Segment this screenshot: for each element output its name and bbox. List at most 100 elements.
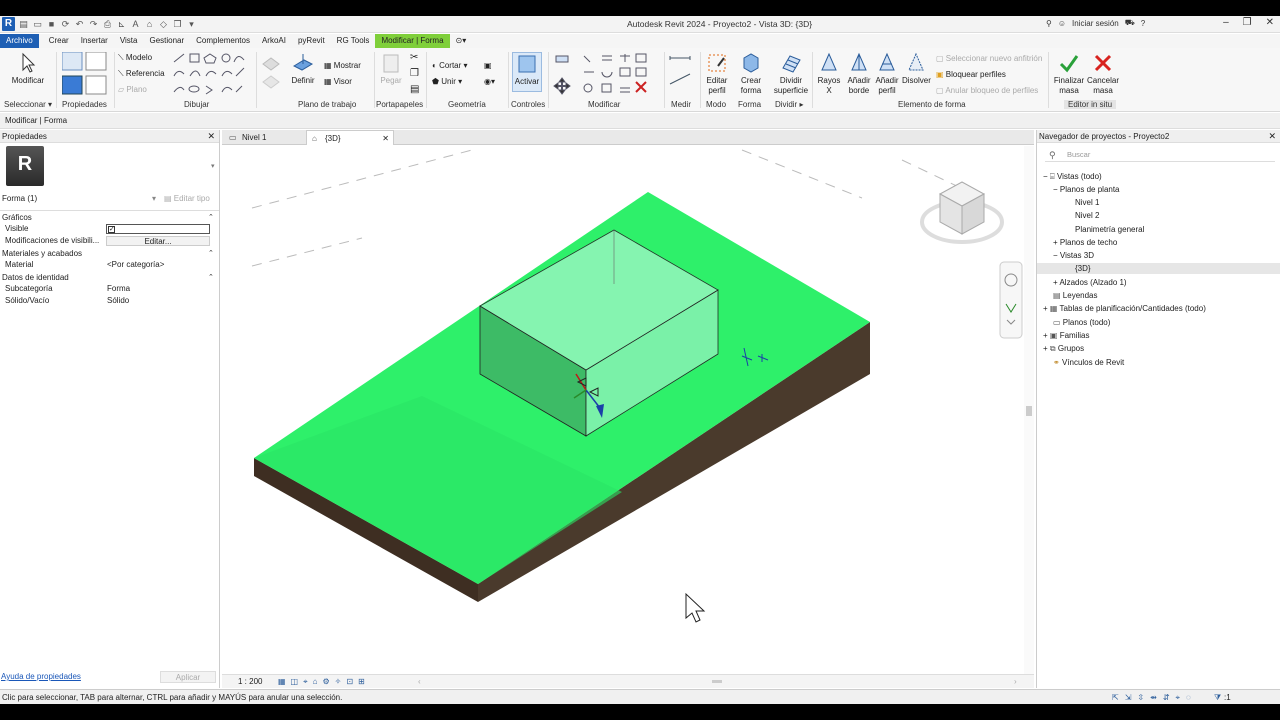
browser-search-input[interactable]: Buscar	[1045, 148, 1275, 162]
dividir-superficie-button[interactable]: Dividir superficie	[772, 52, 810, 96]
revit-app-icon[interactable]: R	[2, 17, 15, 31]
group-dividir[interactable]: Dividir ▸	[775, 100, 803, 109]
view-scale[interactable]: 1 : 200	[238, 675, 262, 689]
solido-vacio-value[interactable]: Sólido	[107, 295, 129, 307]
tree-alzados[interactable]: + Alzados (Alzado 1)	[1053, 277, 1127, 288]
tree-grupos[interactable]: + ⧉ Grupos	[1043, 343, 1084, 354]
material-value[interactable]: <Por categoría>	[107, 259, 164, 271]
print-icon[interactable]: ⎙	[102, 18, 113, 30]
geometry-tool-b[interactable]: ◉▾	[484, 77, 495, 86]
tab-crear[interactable]: Crear	[43, 34, 75, 48]
scroll-left-icon[interactable]: ‹	[418, 675, 421, 689]
close-browser-icon[interactable]: ✕	[1268, 130, 1276, 143]
view-control-icons[interactable]: ▦◫⌖⌂⚙✧⊡⊞	[278, 675, 370, 689]
collapse-materiales-icon[interactable]: ⌃	[208, 249, 214, 257]
section-icon[interactable]: ◇	[158, 18, 169, 30]
undo-icon[interactable]: ↶	[74, 18, 85, 30]
unir-button[interactable]: ⬟ Unir ▾	[432, 77, 462, 86]
collapse-identidad-icon[interactable]: ⌃	[208, 273, 214, 281]
collapse-graficos-icon[interactable]: ⌃	[208, 213, 214, 221]
tree-familias[interactable]: + ▣ Familias	[1043, 330, 1089, 341]
tree-leyendas[interactable]: ▤ Leyendas	[1053, 290, 1098, 301]
measure-icon[interactable]: ⊾	[116, 18, 127, 30]
tree-vistas-todo[interactable]: − ⌸ Vistas (todo)	[1043, 171, 1102, 182]
anadir-perfil-button[interactable]: Añadir perfil	[874, 52, 900, 96]
edit-visibility-button[interactable]: Editar...	[106, 236, 210, 246]
tab-vista[interactable]: Vista	[114, 34, 144, 48]
tab-modificar-forma[interactable]: Modificar | Forma	[375, 34, 450, 48]
properties-icons[interactable]	[62, 52, 110, 96]
horizontal-scroll-thumb[interactable]	[712, 680, 722, 683]
referencia-tool[interactable]: ⟍ Referencia	[118, 69, 165, 79]
tab-rg-tools[interactable]: RG Tools	[331, 34, 376, 48]
tree-3d-view[interactable]: {3D}	[1037, 263, 1280, 274]
tree-nivel-1[interactable]: Nivel 1	[1075, 197, 1099, 208]
bloquear-perfiles-button[interactable]: ▣ Bloquear perfiles	[936, 70, 1006, 79]
close-properties-icon[interactable]: ✕	[207, 130, 215, 143]
tree-nivel-2[interactable]: Nivel 2	[1075, 210, 1099, 221]
redo-icon[interactable]: ↷	[88, 18, 99, 30]
tab-archivo[interactable]: Archivo	[0, 34, 39, 48]
tab-pyrevit[interactable]: pyRevit	[292, 34, 331, 48]
filter-icon[interactable]: ⧩	[1214, 690, 1221, 705]
home-icon[interactable]: ▤	[18, 18, 29, 30]
finalizar-masa-button[interactable]: Finalizar masa	[1052, 52, 1086, 96]
3d-viewport[interactable]	[222, 146, 1034, 674]
rayos-x-button[interactable]: Rayos X	[814, 52, 844, 96]
category-identidad[interactable]: Datos de identidad	[2, 273, 69, 282]
switch-windows-icon[interactable]: ❐	[172, 18, 183, 30]
tree-vistas-3d[interactable]: − Vistas 3D	[1053, 250, 1094, 261]
tab-gestionar[interactable]: Gestionar	[143, 34, 190, 48]
user-icon[interactable]: ☺	[1058, 19, 1066, 28]
modify-button[interactable]: Modificar	[8, 52, 48, 86]
properties-help-link[interactable]: Ayuda de propiedades	[1, 672, 81, 681]
tree-planos[interactable]: ▭ Planos (todo)	[1053, 317, 1110, 328]
tree-planimetria[interactable]: Planimetría general	[1075, 224, 1144, 235]
scrollbar-thumb[interactable]	[1026, 406, 1032, 416]
mostrar-button[interactable]: ▦ Mostrar	[324, 61, 361, 70]
selection-filter-icons[interactable]: ⇱⇲⇳⇴⇵⌖◌	[1112, 690, 1197, 705]
modify-tools-icons[interactable]	[552, 52, 662, 98]
activar-button[interactable]: Activar	[512, 52, 542, 92]
measure-icons[interactable]	[668, 54, 696, 94]
qat-dropdown-icon[interactable]: ▾	[186, 18, 197, 30]
category-materiales[interactable]: Materiales y acabados	[2, 249, 82, 258]
draw-shapes-icons[interactable]	[172, 52, 252, 96]
visible-checkbox[interactable]: ✓	[108, 226, 115, 233]
sign-in-link[interactable]: Iniciar sesión	[1072, 19, 1119, 28]
tree-planos-planta[interactable]: − Planos de planta	[1053, 184, 1120, 195]
tab-nivel-1[interactable]: ▭ Nivel 1	[224, 130, 306, 145]
open-icon[interactable]: ▭	[32, 18, 43, 30]
copy-icon[interactable]: ❐	[410, 68, 419, 79]
tab-arkoai[interactable]: ArkoAI	[256, 34, 292, 48]
scroll-right-icon[interactable]: ›	[1014, 675, 1017, 689]
group-seleccionar[interactable]: Seleccionar ▾	[4, 100, 52, 109]
geometry-tool-a[interactable]: ▣	[484, 61, 492, 70]
save-icon[interactable]: ■	[46, 18, 57, 30]
model-canvas[interactable]	[222, 146, 1034, 674]
cancelar-masa-button[interactable]: Cancelar masa	[1086, 52, 1120, 96]
subcategoria-value[interactable]: Forma	[107, 283, 130, 295]
close-tab-icon[interactable]: ✕	[382, 131, 389, 146]
tree-vinculos[interactable]: ⚭ Vínculos de Revit	[1053, 357, 1124, 368]
minimize-icon[interactable]: –	[1223, 17, 1229, 28]
viewcube[interactable]	[920, 181, 1004, 244]
tab-options-icon[interactable]: ⊙▾	[450, 34, 473, 48]
tab-complementos[interactable]: Complementos	[190, 34, 256, 48]
modelo-tool[interactable]: ⟍ Modelo	[118, 53, 152, 63]
sync-icon[interactable]: ⟳	[60, 18, 71, 30]
tab-3d[interactable]: ⌂ {3D} ✕	[306, 130, 394, 145]
visor-button[interactable]: ▦ Visor	[324, 77, 352, 86]
editar-perfil-button[interactable]: Editar perfil	[702, 52, 732, 96]
binoculars-icon[interactable]: ⚲	[1046, 19, 1052, 28]
match-icon[interactable]: ▤	[410, 84, 419, 95]
type-selector-chevron-icon[interactable]: ▾	[152, 194, 156, 203]
navigation-bar[interactable]	[999, 261, 1023, 339]
restore-icon[interactable]: ❐	[1243, 17, 1252, 28]
definir-button[interactable]: Definir	[290, 52, 316, 86]
anadir-borde-button[interactable]: Añadir borde	[846, 52, 872, 96]
category-graficos[interactable]: Gráficos	[2, 213, 32, 222]
crear-forma-button[interactable]: Crear forma	[736, 52, 766, 96]
help-icon[interactable]: ?	[1141, 19, 1145, 28]
tree-tablas[interactable]: + ▦ Tablas de planificación/Cantidades (…	[1043, 303, 1206, 314]
